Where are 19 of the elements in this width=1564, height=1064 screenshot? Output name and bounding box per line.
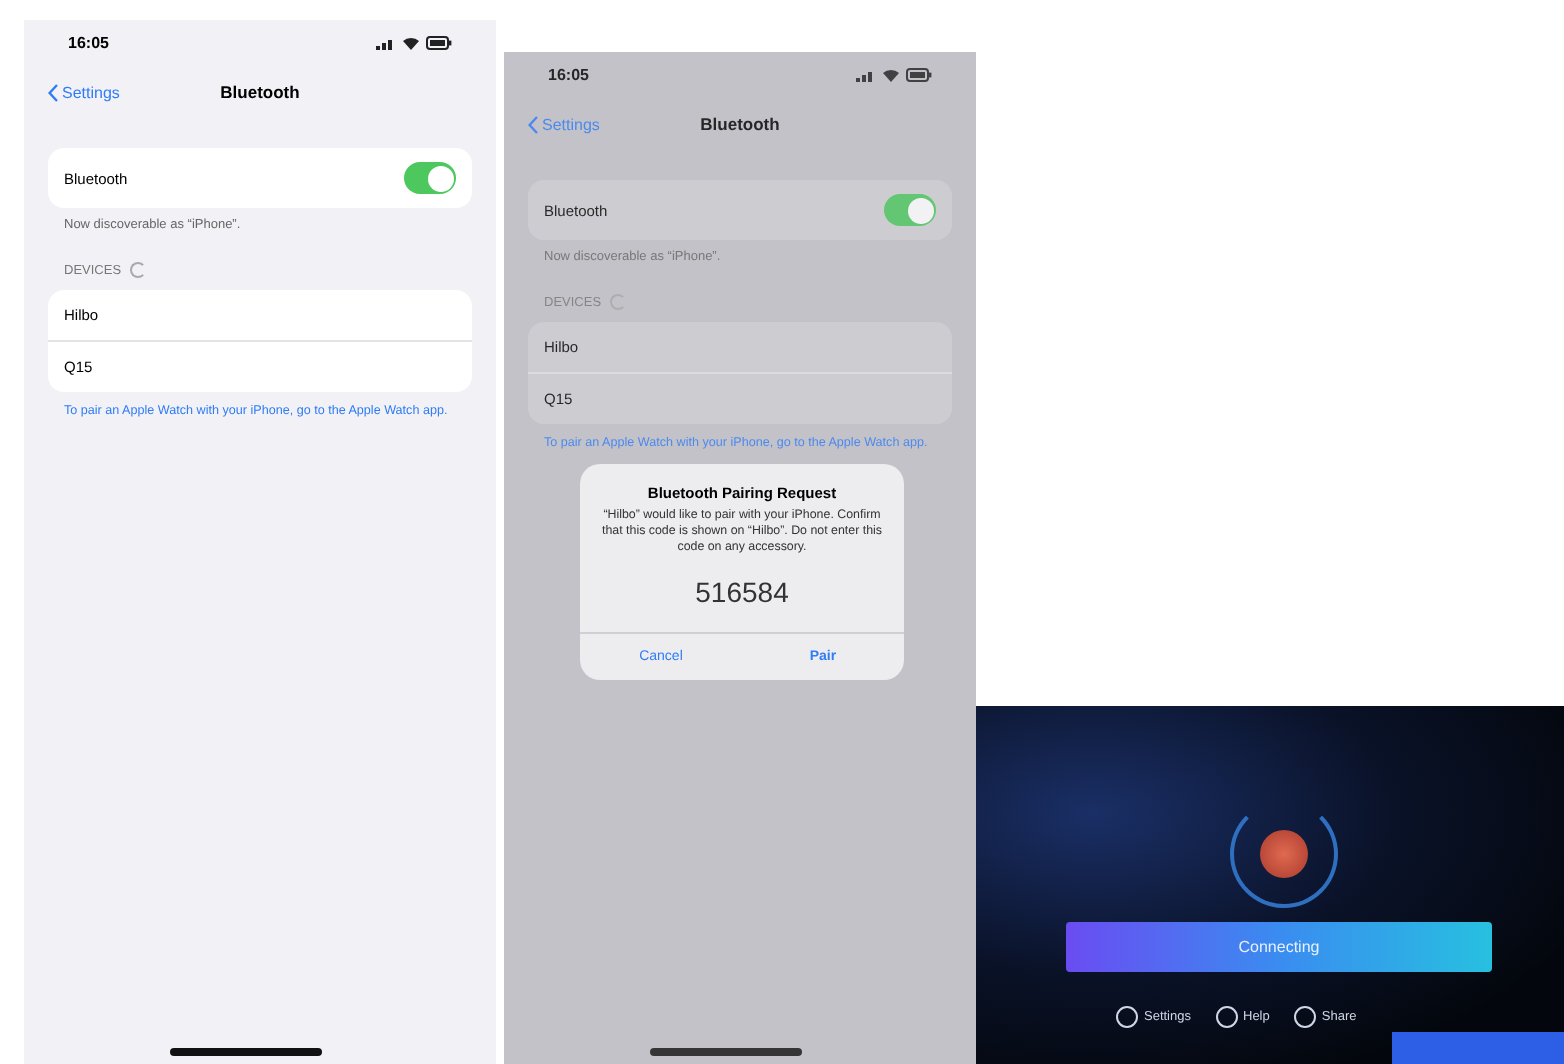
bluetooth-toggle[interactable] xyxy=(884,194,936,226)
battery-icon xyxy=(426,35,452,49)
app-logo-icon xyxy=(1260,830,1308,878)
screen-title: Bluetooth xyxy=(700,114,780,134)
screen-title: Bluetooth xyxy=(220,82,300,102)
chevron-left-icon xyxy=(528,115,538,133)
status-time: 16:05 xyxy=(68,33,109,51)
chevron-left-icon xyxy=(48,83,58,101)
pairing-code: 516584 xyxy=(693,574,791,613)
back-link[interactable]: Settings xyxy=(48,83,120,101)
signal-icon xyxy=(376,35,396,49)
bluetooth-toggle[interactable] xyxy=(404,162,456,194)
wifi-icon xyxy=(882,67,900,81)
battery-icon xyxy=(906,67,932,81)
spinner-icon xyxy=(609,294,626,310)
signal-icon xyxy=(856,67,876,81)
wifi-icon xyxy=(402,35,420,49)
status-time: 16:05 xyxy=(548,65,589,83)
spinner-icon xyxy=(129,262,146,278)
